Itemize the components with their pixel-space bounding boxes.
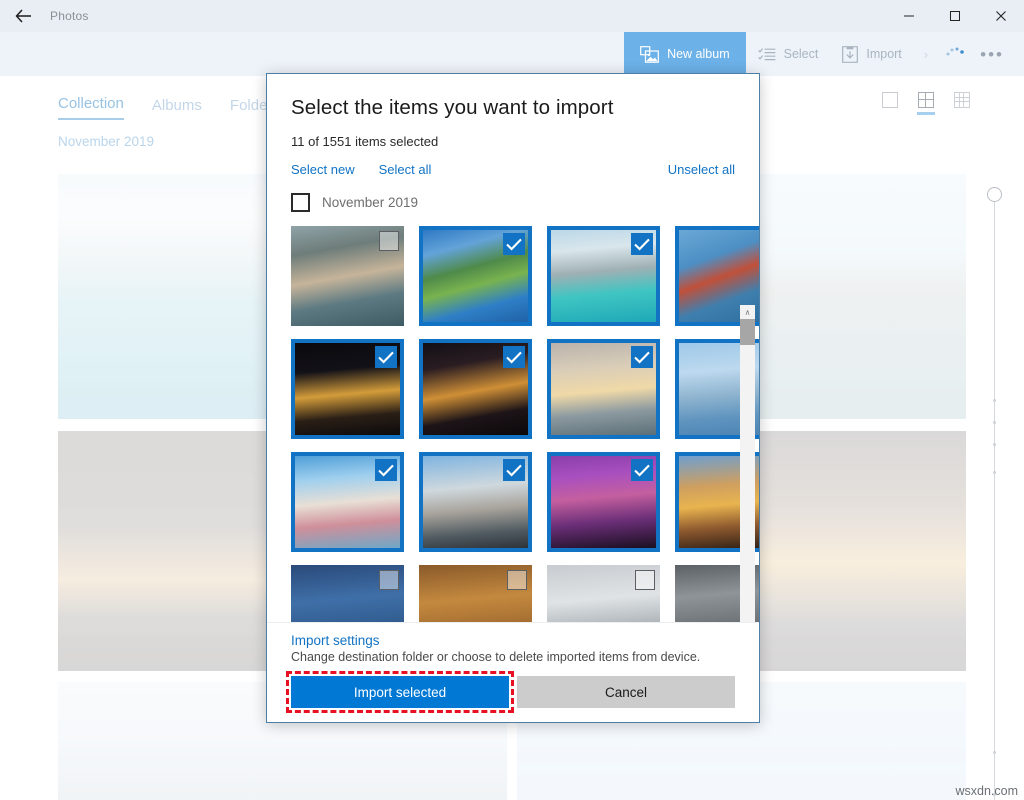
maximize-button[interactable] [932,0,978,32]
checkbox-checked-icon[interactable] [631,233,653,255]
import-selected-button[interactable]: Import selected [291,676,509,708]
dialog-selection-links: Select new Select all Unselect all [291,162,735,177]
group-header-row[interactable]: November 2019 [267,177,759,220]
scrollbar-thumb[interactable] [740,319,755,345]
window-controls [886,0,1024,32]
watermark-text: wsxdn.com [955,784,1018,798]
checkbox-unchecked-icon[interactable] [635,570,655,590]
scrollbar-track[interactable] [740,345,755,622]
close-button[interactable] [978,0,1024,32]
select-button[interactable]: Select [746,32,831,76]
minimize-button[interactable] [886,0,932,32]
checkbox-checked-icon[interactable] [375,346,397,368]
checkbox-checked-icon[interactable] [503,233,525,255]
dialog-button-row: Import selected Cancel [291,676,735,708]
view-size-controls [880,92,972,116]
checkbox-checked-icon[interactable] [503,459,525,481]
select-all-link[interactable]: Select all [379,162,432,177]
thumb-skyscraper-sky[interactable] [547,565,660,622]
import-dialog: Select the items you want to import 11 o… [266,73,760,723]
thumb-canyon-rock[interactable] [419,565,532,622]
tab-albums[interactable]: Albums [152,97,202,120]
dialog-header: Select the items you want to import 11 o… [267,74,759,177]
timeline-rail [994,193,995,800]
app-title: Photos [50,9,89,23]
view-size-medium-icon[interactable] [916,92,936,116]
dialog-selection-count: 11 of 1551 items selected [291,134,735,149]
import-settings-link[interactable]: Import settings [291,633,735,648]
new-album-button[interactable]: New album [624,32,746,76]
spinner-icon [938,45,972,64]
timeline-knob[interactable] [987,187,1002,202]
checkbox-checked-icon[interactable] [503,346,525,368]
checkbox-checked-icon[interactable] [631,459,653,481]
checkbox-unchecked-icon[interactable] [379,570,399,590]
new-album-icon [640,46,659,63]
cancel-button[interactable]: Cancel [517,676,735,708]
import-button[interactable]: Import [830,32,913,76]
checkbox-checked-icon[interactable] [375,459,397,481]
new-album-label: New album [667,47,730,61]
thumb-vegas-strip-fountains[interactable] [419,339,532,439]
tab-collection[interactable]: Collection [58,95,124,120]
thumb-paris-las-vegas-night[interactable] [291,339,404,439]
back-arrow-icon[interactable] [0,0,46,32]
command-bar: New album Select Import › [0,32,1024,76]
group-label: November 2019 [322,195,418,210]
import-settings-description: Change destination folder or choose to d… [291,650,735,664]
thumb-eiffel-tower-purple-sky[interactable] [547,452,660,552]
group-checkbox[interactable] [291,193,310,212]
thumbnail-scroll-area: ∧ ∨ [267,220,759,622]
checkbox-checked-icon[interactable] [631,346,653,368]
chevron-right-icon[interactable]: › [914,47,938,62]
thumb-disneyland-hotel-day[interactable] [291,452,404,552]
overflow-menu-button[interactable]: ••• [972,46,1016,63]
checkbox-unchecked-icon[interactable] [379,231,399,251]
view-size-small-icon[interactable] [952,92,972,116]
select-label: Select [784,47,819,61]
view-size-large-icon[interactable] [880,92,900,116]
thumb-lake-hillside[interactable] [419,226,532,326]
dialog-title: Select the items you want to import [291,96,735,120]
photos-app-window: Photos New album [0,0,1024,800]
select-new-link[interactable]: Select new [291,162,355,177]
import-label: Import [866,47,901,61]
thumb-coastal-bay[interactable] [547,226,660,326]
select-icon [758,47,776,62]
timeline-scrubber[interactable]: 2019 [980,181,1010,800]
import-icon [842,46,858,63]
dialog-footer: Import settings Change destination folde… [267,622,759,722]
checkbox-unchecked-icon[interactable] [507,570,527,590]
thumb-aerial-water[interactable] [291,565,404,622]
thumbnail-grid [291,226,735,622]
scroll-up-arrow-icon[interactable]: ∧ [740,305,755,319]
unselect-all-link[interactable]: Unselect all [668,162,735,177]
title-bar: Photos [0,0,1024,32]
thumb-disneyland-hotel-dusk[interactable] [419,452,532,552]
dialog-scrollbar[interactable]: ∧ ∨ [740,305,755,622]
thumb-zurich-canal[interactable] [291,226,404,326]
thumb-seine-sunset[interactable] [547,339,660,439]
